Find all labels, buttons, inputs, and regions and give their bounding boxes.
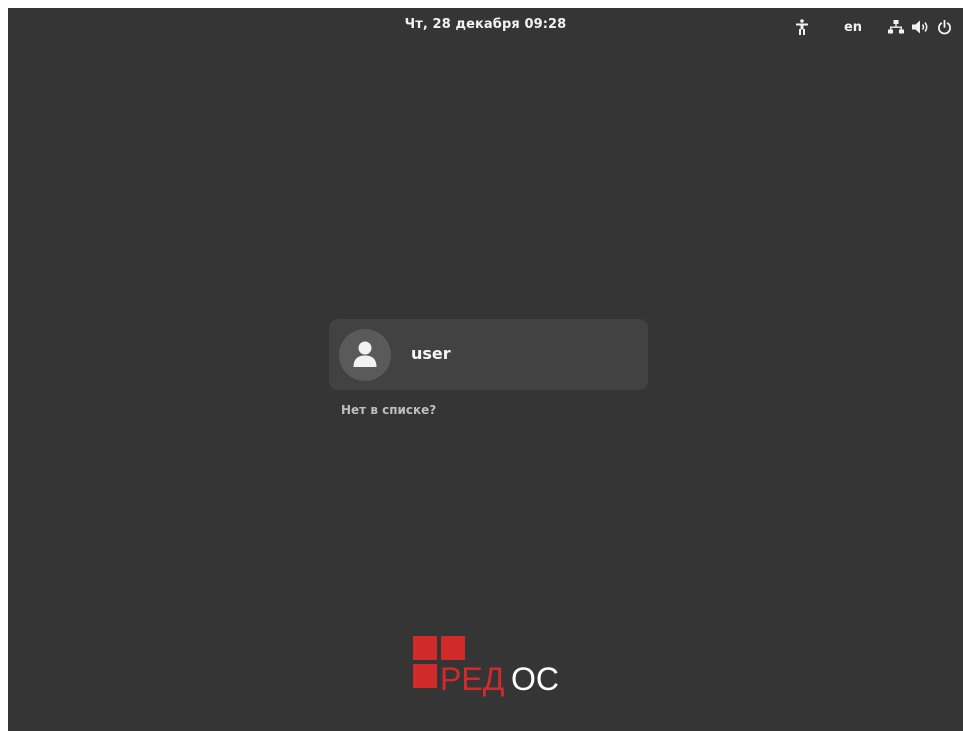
svg-text:РЕД: РЕД (440, 661, 505, 697)
user-avatar-icon (353, 341, 377, 367)
user-list-item[interactable]: user (329, 319, 648, 390)
not-listed-link[interactable]: Нет в списке? (341, 403, 436, 417)
accessibility-icon (796, 19, 808, 35)
power-icon (937, 19, 951, 34)
network-wired-icon (888, 20, 904, 34)
accessibility-menu[interactable] (794, 18, 810, 36)
top-bar: Чт, 28 декабря 09:28 en (8, 8, 963, 46)
network-status[interactable] (888, 18, 904, 36)
user-name: user (411, 344, 451, 363)
login-screen: Чт, 28 декабря 09:28 en user Нет в списк… (8, 8, 963, 731)
redos-logo: РЕД ОС (413, 636, 583, 698)
clock-datetime[interactable]: Чт, 28 декабря 09:28 (8, 17, 963, 32)
power-menu[interactable] (936, 18, 952, 36)
avatar (339, 329, 391, 381)
volume-status[interactable] (912, 18, 930, 36)
volume-icon (912, 20, 928, 34)
svg-text:ОС: ОС (511, 661, 559, 697)
keyboard-layout-indicator[interactable]: en (840, 18, 866, 36)
